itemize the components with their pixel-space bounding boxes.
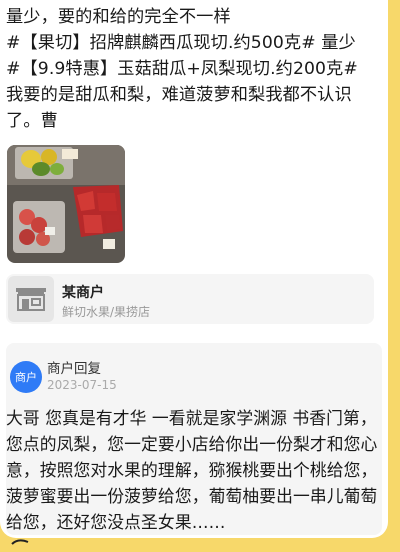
reply-title: 商户回复 [47,361,101,377]
reply-text: 大哥 您真是有才华 一看就是家学渊源 书香门第，您点的凤梨，您一定要小店给你出一… [6,408,378,532]
store-category: 鲜切水果/果捞店 [62,305,151,319]
merchant-reply: 商户 商户回复 2023-07-15 大哥 您真是有才华 一看就是家学渊源 书香… [6,343,382,535]
reply-date: 2023-07-15 [47,378,117,392]
review-line: #【9.9特惠】玉菇甜瓜+凤梨现切.约200克# [6,59,358,79]
review-photo[interactable] [7,145,125,263]
store-name: 某商户 [62,285,104,301]
storefront-icon [8,276,54,322]
review-text: 量少，要的和给的完全不一样 #【果切】招牌麒麟西瓜现切.约500克# 量少 #【… [6,4,384,134]
review-line: #【果切】招牌麒麟西瓜现切.约500克# 量少 [6,33,356,53]
review-line: 量少，要的和给的完全不一样 [6,7,231,27]
review-line: 了。曹 [6,111,58,131]
review-line: 我要的是甜瓜和梨，难道菠萝和梨我都不认识 [6,85,352,105]
merchant-avatar: 商户 [10,361,42,393]
review-card: 量少，要的和给的完全不一样 #【果切】招牌麒麟西瓜现切.约500克# 量少 #【… [0,0,388,538]
decorative-divider [0,536,400,552]
fruit-cut-photo-icon [7,145,125,263]
store-card[interactable]: 某商户 鲜切水果/果捞店 [6,274,374,324]
